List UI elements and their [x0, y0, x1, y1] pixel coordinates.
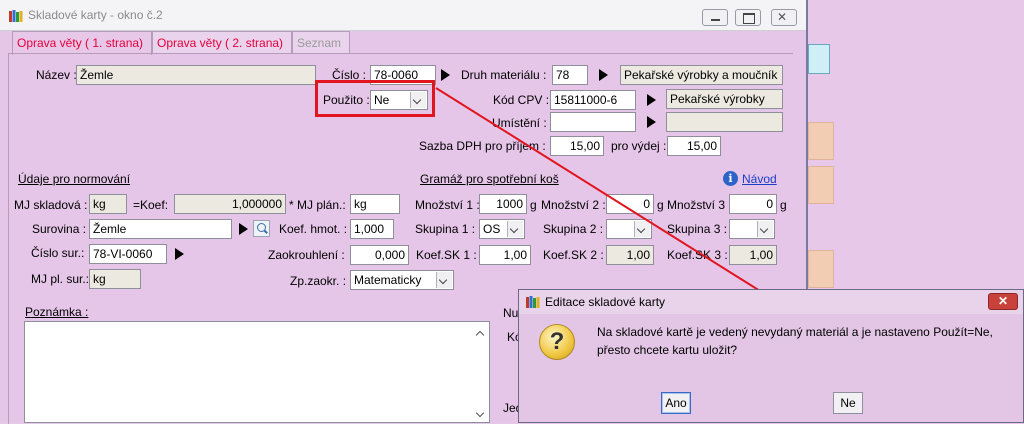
question-icon: ?	[539, 324, 575, 360]
dialog-message: Na skladové kartě je vedený nevydaný mat…	[597, 323, 1017, 359]
dialog-message-line2: přesto chcete kartu uložit?	[597, 343, 738, 357]
close-icon: ✕	[998, 294, 1009, 308]
app-books-icon	[526, 296, 540, 308]
dialog-message-line1: Na skladové kartě je vedený nevydaný mat…	[597, 325, 993, 339]
dialog-close-button[interactable]: ✕	[988, 293, 1018, 310]
dialog-title: Editace skladové karty	[545, 295, 666, 309]
confirm-dialog: Editace skladové karty ✕ ? Na skladové k…	[518, 289, 1024, 423]
yes-button[interactable]: Ano	[661, 392, 691, 414]
dialog-title-bar: Editace skladové karty ✕	[519, 290, 1023, 314]
no-button[interactable]: Ne	[833, 392, 863, 414]
